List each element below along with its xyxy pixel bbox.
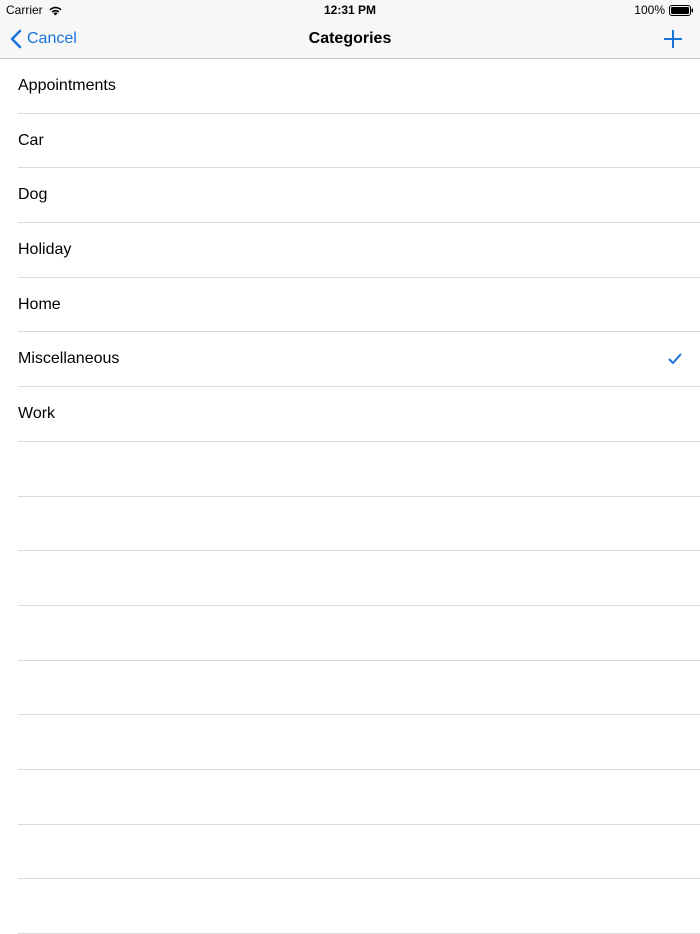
status-right: 100% xyxy=(634,3,694,17)
empty-row xyxy=(18,442,700,497)
category-label: Home xyxy=(18,295,61,313)
empty-rows xyxy=(0,442,700,934)
category-row[interactable]: Appointments xyxy=(18,59,700,114)
category-label: Holiday xyxy=(18,241,72,259)
empty-row xyxy=(18,715,700,770)
chevron-left-icon xyxy=(10,29,22,49)
empty-row xyxy=(18,551,700,606)
navigation-bar: Cancel Categories xyxy=(0,20,700,59)
category-label: Dog xyxy=(18,186,48,204)
checkmark-icon xyxy=(668,353,682,365)
category-row[interactable]: Car xyxy=(18,114,700,169)
empty-row xyxy=(18,661,700,716)
empty-row xyxy=(18,606,700,661)
category-row[interactable]: Work xyxy=(18,387,700,442)
category-label: Work xyxy=(18,405,56,423)
plus-icon xyxy=(664,30,682,48)
battery-percent: 100% xyxy=(634,3,665,17)
battery-icon xyxy=(669,4,693,16)
category-row-selected[interactable]: Miscellaneous xyxy=(18,332,700,388)
category-label: Car xyxy=(18,131,44,149)
status-time: 12:31 PM xyxy=(323,3,377,17)
category-label: Appointments xyxy=(18,77,116,94)
empty-row xyxy=(18,497,700,552)
category-list: Appointments Car Dog Holiday Home Miscel… xyxy=(0,59,700,934)
empty-row xyxy=(18,825,700,880)
category-row[interactable]: Holiday xyxy=(18,223,700,278)
empty-row xyxy=(18,770,700,825)
empty-row xyxy=(18,879,700,934)
category-row[interactable]: Home xyxy=(18,278,700,333)
cancel-label: Cancel xyxy=(27,30,77,47)
category-label: Miscellaneous xyxy=(18,350,120,368)
status-bar: Carrier 12:31 PM 100% xyxy=(0,0,700,20)
page-title: Categories xyxy=(308,30,392,47)
add-category-button[interactable] xyxy=(662,28,684,50)
cancel-button[interactable]: Cancel xyxy=(10,20,77,58)
category-row[interactable]: Dog xyxy=(18,168,700,224)
